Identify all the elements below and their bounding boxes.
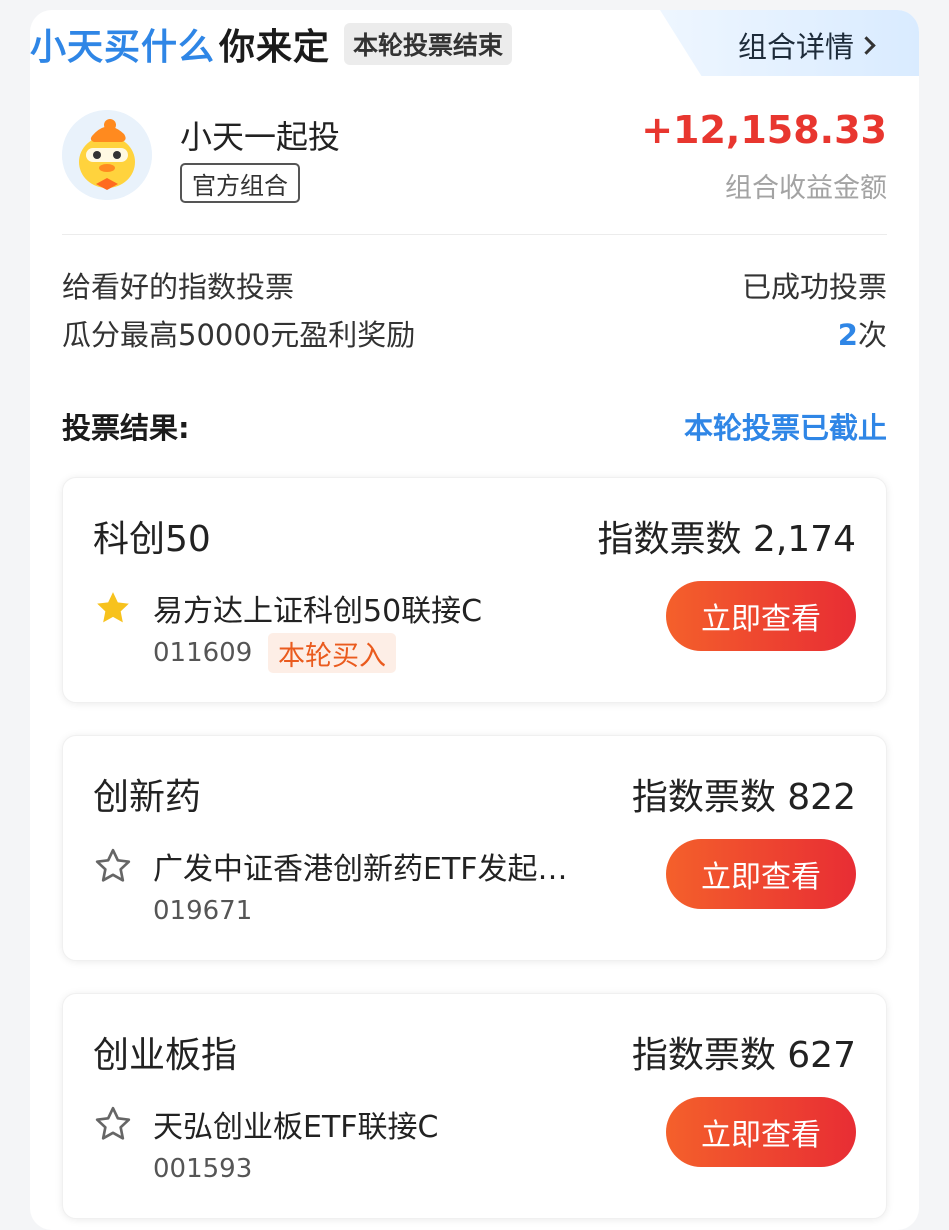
view-now-button[interactable]: 立即查看 [666, 839, 856, 909]
index-vote-count: 指数票数 2,174 [597, 519, 856, 560]
title-dark: 你来定 [219, 27, 331, 68]
voted-count: 2次 [838, 312, 887, 354]
avatar [62, 110, 152, 200]
official-badge: 官方组合 [180, 163, 300, 203]
vote-option-card: 创业板指 指数票数 627 天弘创业板ETF联接C 001593 立即查看 [62, 993, 887, 1219]
view-now-button[interactable]: 立即查看 [666, 581, 856, 651]
page-title: 小天买什么 你来定 本轮投票结束 [30, 20, 513, 68]
vote-option-card: 创新药 指数票数 822 广发中证香港创新药ETF发起… 019671 立即查看 [62, 735, 887, 961]
result-title: 投票结果: [62, 411, 190, 445]
fund-name: 易方达上证科创50联接C [153, 594, 483, 629]
star-outline-icon[interactable] [93, 1104, 133, 1144]
star-outline-icon[interactable] [93, 846, 133, 886]
fund-code: 001593 [153, 1154, 253, 1184]
view-now-button[interactable]: 立即查看 [666, 1097, 856, 1167]
star-filled-icon [97, 592, 129, 623]
intro-line-2: 瓜分最高50000元盈利奖励 [62, 318, 416, 352]
index-name: 科创50 [93, 519, 211, 560]
index-vote-count: 指数票数 822 [631, 777, 856, 818]
fund-name: 广发中证香港创新药ETF发起… [153, 852, 568, 887]
index-name: 创新药 [93, 777, 202, 818]
voted-count-unit: 次 [857, 318, 887, 352]
portfolio-detail-label[interactable]: 组合详情 [738, 24, 854, 66]
fund-code: 019671 [153, 896, 253, 926]
profit-amount: +12,158.33 [641, 108, 887, 152]
bought-tag: 本轮买入 [268, 633, 396, 673]
fund-name: 天弘创业板ETF联接C [153, 1110, 439, 1145]
portfolio-name: 小天一起投 [180, 118, 341, 156]
status-badge: 本轮投票结束 [344, 23, 513, 65]
result-status: 本轮投票已截止 [683, 411, 887, 445]
fund-code: 011609 [153, 638, 253, 668]
index-vote-count: 指数票数 627 [631, 1035, 856, 1076]
profit-label: 组合收益金额 [725, 173, 887, 204]
title-blue: 小天买什么 [30, 27, 216, 68]
voted-label: 已成功投票 [741, 270, 887, 304]
portfolio-detail-link[interactable]: 组合详情 [738, 24, 876, 66]
intro-line-1: 给看好的指数投票 [62, 270, 295, 304]
chevron-right-icon [857, 35, 876, 55]
index-name: 创业板指 [93, 1035, 238, 1076]
divider [62, 234, 887, 235]
vote-option-card: 科创50 指数票数 2,174 易方达上证科创50联接C 011609 本轮买入… [62, 477, 887, 703]
voted-count-number: 2 [837, 318, 858, 352]
duck-mascot-icon [62, 110, 152, 200]
